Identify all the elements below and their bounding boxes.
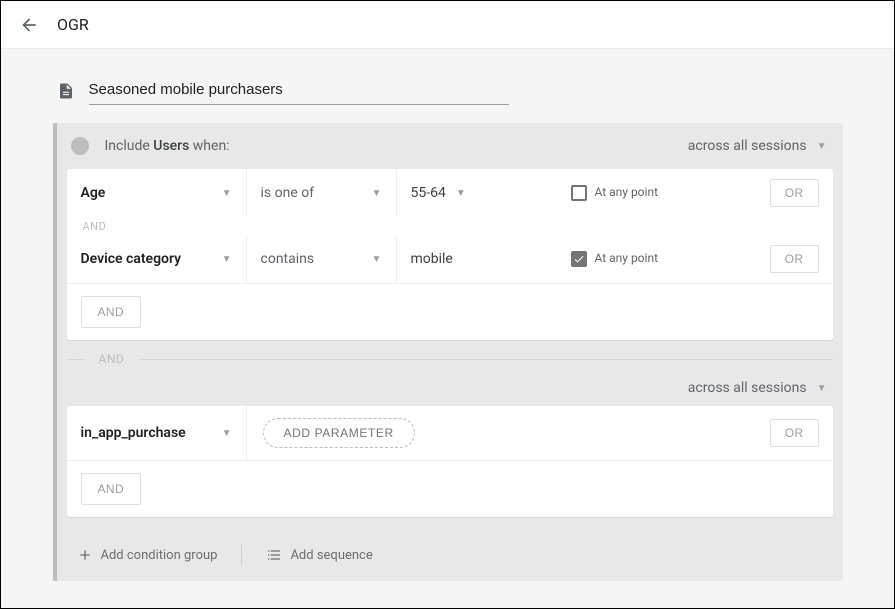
condition-row: in_app_purchase ▼ ADD PARAMETER OR: [67, 406, 833, 460]
or-button[interactable]: OR: [770, 419, 819, 447]
add-sequence-button[interactable]: Add sequence: [258, 543, 380, 567]
add-exclude-group-button[interactable]: ADD EXCLUDE GROUP: [53, 591, 843, 608]
dimension-selector[interactable]: in_app_purchase ▼: [67, 406, 247, 460]
condition-card: in_app_purchase ▼ ADD PARAMETER OR AND: [67, 406, 833, 517]
caret-down-icon: ▼: [456, 188, 466, 199]
scope-selector[interactable]: across all sessions ▼: [688, 138, 827, 154]
back-button[interactable]: [19, 15, 39, 35]
dimension-label: in_app_purchase: [81, 425, 186, 441]
operator-label: is one of: [261, 185, 315, 201]
group-bullet-icon: [71, 137, 89, 155]
dimension-selector[interactable]: Age ▼: [67, 169, 247, 217]
row-connector-label: AND: [67, 217, 833, 235]
dimension-selector[interactable]: Device category ▼: [67, 235, 247, 283]
include-label: Include Users when:: [105, 138, 230, 154]
document-icon: [57, 82, 75, 100]
plus-icon: [77, 547, 93, 563]
page-title: OGR: [57, 15, 89, 34]
or-button[interactable]: OR: [770, 179, 819, 207]
dimension-label: Device category: [81, 251, 182, 267]
or-button[interactable]: OR: [770, 245, 819, 273]
add-condition-label: Add condition group: [101, 548, 218, 563]
condition-card: Age ▼ is one of ▼ 55-64 ▼: [67, 169, 833, 340]
add-sequence-label: Add sequence: [290, 548, 372, 563]
caret-down-icon: ▼: [817, 141, 827, 152]
add-condition-group-button[interactable]: Add condition group: [69, 543, 226, 567]
caret-down-icon: ▼: [817, 383, 827, 394]
card-connector: AND: [67, 352, 833, 366]
operator-label: contains: [261, 251, 315, 267]
condition-row: Device category ▼ contains ▼ mobile: [67, 235, 833, 283]
value-selector[interactable]: 55-64 ▼: [411, 185, 466, 201]
caret-down-icon: ▼: [372, 188, 382, 199]
and-button[interactable]: AND: [81, 473, 142, 505]
operator-selector[interactable]: contains ▼: [247, 235, 397, 283]
value-label: mobile: [411, 251, 453, 267]
sequence-icon: [266, 547, 282, 563]
include-group: Include Users when: across all sessions …: [53, 123, 843, 581]
scope-selector[interactable]: across all sessions ▼: [688, 380, 827, 396]
and-button[interactable]: AND: [81, 296, 142, 328]
dimension-label: Age: [81, 185, 106, 201]
at-any-point-checkbox[interactable]: [571, 251, 587, 267]
arrow-back-icon: [19, 15, 39, 35]
scope-label: across all sessions: [688, 138, 807, 154]
caret-down-icon: ▼: [222, 188, 232, 199]
at-any-point-checkbox[interactable]: [571, 185, 587, 201]
value-label: 55-64: [411, 185, 446, 201]
caret-down-icon: ▼: [222, 254, 232, 265]
at-any-point-label: At any point: [595, 252, 659, 265]
segment-name-input[interactable]: [89, 77, 509, 105]
scope-label: across all sessions: [688, 380, 807, 396]
add-parameter-button[interactable]: ADD PARAMETER: [263, 418, 415, 448]
at-any-point-label: At any point: [595, 186, 659, 199]
operator-selector[interactable]: is one of ▼: [247, 169, 397, 217]
caret-down-icon: ▼: [372, 254, 382, 265]
divider: [241, 545, 242, 565]
caret-down-icon: ▼: [222, 428, 232, 439]
condition-row: Age ▼ is one of ▼ 55-64 ▼: [67, 169, 833, 217]
